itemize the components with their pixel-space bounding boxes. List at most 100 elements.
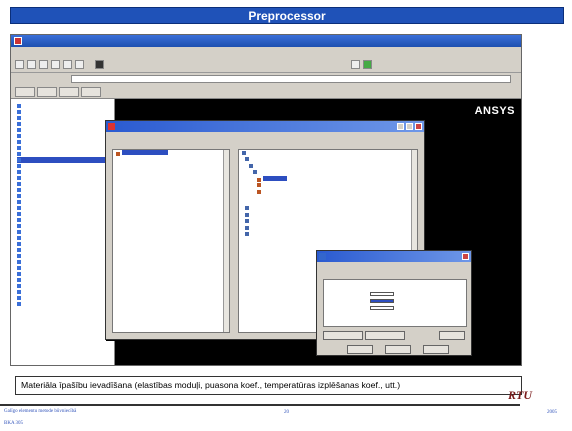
app-icon bbox=[14, 37, 22, 45]
open-file-icon[interactable] bbox=[27, 60, 36, 69]
footer-year: 2005 bbox=[547, 410, 557, 415]
contour-icon[interactable] bbox=[95, 60, 104, 69]
tree-node-icon bbox=[17, 157, 21, 162]
tree-node-icon bbox=[17, 175, 21, 180]
tree-node-icon bbox=[17, 229, 21, 234]
material-dialog-titlebar[interactable] bbox=[106, 121, 424, 132]
command-bar bbox=[11, 73, 521, 85]
tree-node-icon bbox=[17, 277, 21, 282]
tree-node-icon bbox=[17, 139, 21, 144]
university-logo: RTU bbox=[508, 388, 532, 402]
tree-node-icon bbox=[17, 235, 21, 240]
slide-title: Preprocessor bbox=[10, 7, 564, 24]
temperature-field[interactable] bbox=[370, 292, 394, 296]
tree-node-icon bbox=[17, 181, 21, 186]
linear-isotropic-dialog bbox=[316, 250, 472, 356]
toolbar-button[interactable] bbox=[59, 87, 79, 97]
folder-icon bbox=[245, 232, 249, 237]
dialog-icon bbox=[108, 123, 115, 130]
tree-node-icon bbox=[17, 295, 21, 300]
close-icon[interactable] bbox=[415, 123, 422, 130]
tree-node-icon bbox=[17, 163, 21, 168]
slide-caption: Materiāla īpašību ievadīšana (elastības … bbox=[15, 376, 522, 395]
tree-node-icon bbox=[17, 301, 21, 306]
command-input[interactable] bbox=[71, 75, 511, 83]
tree-node-icon bbox=[17, 115, 21, 120]
tree-node-icon bbox=[17, 133, 21, 138]
footer-course-name: Galīgo elementu metode būvniecībā bbox=[4, 409, 77, 414]
tree-node-icon bbox=[17, 283, 21, 288]
folder-icon bbox=[253, 170, 257, 175]
add-temperature-button[interactable] bbox=[323, 331, 363, 340]
toolbar-button[interactable] bbox=[15, 87, 35, 97]
maximize-icon[interactable] bbox=[406, 123, 413, 130]
tree-node-icon bbox=[17, 145, 21, 150]
material-icon bbox=[257, 189, 261, 194]
tree-node-icon bbox=[17, 211, 21, 216]
ok-button[interactable] bbox=[347, 345, 373, 354]
tree-node-icon bbox=[17, 205, 21, 210]
tree-item[interactable] bbox=[17, 301, 114, 307]
help-button[interactable] bbox=[423, 345, 449, 354]
tree-node-icon bbox=[17, 187, 21, 192]
graph-button[interactable] bbox=[439, 331, 465, 340]
pan-icon[interactable] bbox=[51, 60, 60, 69]
tree-node-icon bbox=[17, 151, 21, 156]
defined-models-panel bbox=[112, 149, 230, 333]
scrollbar[interactable] bbox=[223, 150, 229, 332]
ex-field[interactable] bbox=[370, 299, 394, 303]
main-window-titlebar[interactable] bbox=[11, 35, 521, 47]
toolbar-button[interactable] bbox=[37, 87, 57, 97]
cancel-button[interactable] bbox=[385, 345, 411, 354]
tree-node-icon bbox=[17, 193, 21, 198]
folder-icon bbox=[249, 163, 253, 168]
material-dialog-menu[interactable] bbox=[106, 132, 424, 140]
zoom-icon[interactable] bbox=[63, 60, 72, 69]
refresh-icon[interactable] bbox=[351, 60, 360, 69]
folder-icon bbox=[245, 225, 249, 230]
folder-icon bbox=[245, 157, 249, 162]
tree-node-icon bbox=[17, 253, 21, 258]
minimize-icon[interactable] bbox=[397, 123, 404, 130]
tree-node-icon bbox=[17, 199, 21, 204]
tree-node-icon bbox=[17, 265, 21, 270]
folder-icon bbox=[245, 219, 249, 224]
folder-icon bbox=[245, 206, 249, 211]
main-menubar[interactable] bbox=[11, 47, 521, 57]
material-icon bbox=[116, 151, 120, 156]
folder-icon bbox=[245, 212, 249, 217]
save-icon[interactable] bbox=[39, 60, 48, 69]
toolbar-buttons bbox=[11, 85, 521, 99]
tree-node-icon bbox=[17, 109, 21, 114]
help-icon[interactable] bbox=[75, 60, 84, 69]
close-icon[interactable] bbox=[462, 253, 469, 260]
prxy-field[interactable] bbox=[370, 306, 394, 310]
tree-node-icon bbox=[17, 223, 21, 228]
main-toolbar bbox=[11, 57, 521, 73]
model-tree-item[interactable] bbox=[239, 189, 417, 196]
material-icon bbox=[257, 177, 261, 182]
tree-node-icon bbox=[17, 241, 21, 246]
material-icon bbox=[257, 183, 261, 188]
toolbar-button[interactable] bbox=[81, 87, 101, 97]
folder-icon bbox=[242, 150, 246, 155]
footer-divider bbox=[0, 404, 520, 406]
isotropic-dialog-titlebar[interactable] bbox=[317, 251, 471, 262]
page-number: 20 bbox=[284, 410, 289, 415]
tree-node-icon bbox=[17, 121, 21, 126]
properties-table bbox=[323, 279, 467, 327]
defined-model-item[interactable] bbox=[113, 150, 229, 157]
tree-node-icon bbox=[17, 271, 21, 276]
new-file-icon[interactable] bbox=[15, 60, 24, 69]
tree-node-icon bbox=[17, 103, 21, 108]
tree-node-icon bbox=[17, 217, 21, 222]
tree-node-icon bbox=[17, 127, 21, 132]
tree-node-icon bbox=[17, 289, 21, 294]
delete-temperature-button[interactable] bbox=[365, 331, 405, 340]
plot-icon[interactable] bbox=[363, 60, 372, 69]
tree-node-icon bbox=[17, 247, 21, 252]
tree-node-icon bbox=[17, 169, 21, 174]
ansys-logo: ANSYS bbox=[474, 105, 515, 117]
dialog-icon bbox=[319, 253, 326, 260]
model-tree-item[interactable] bbox=[239, 232, 417, 239]
